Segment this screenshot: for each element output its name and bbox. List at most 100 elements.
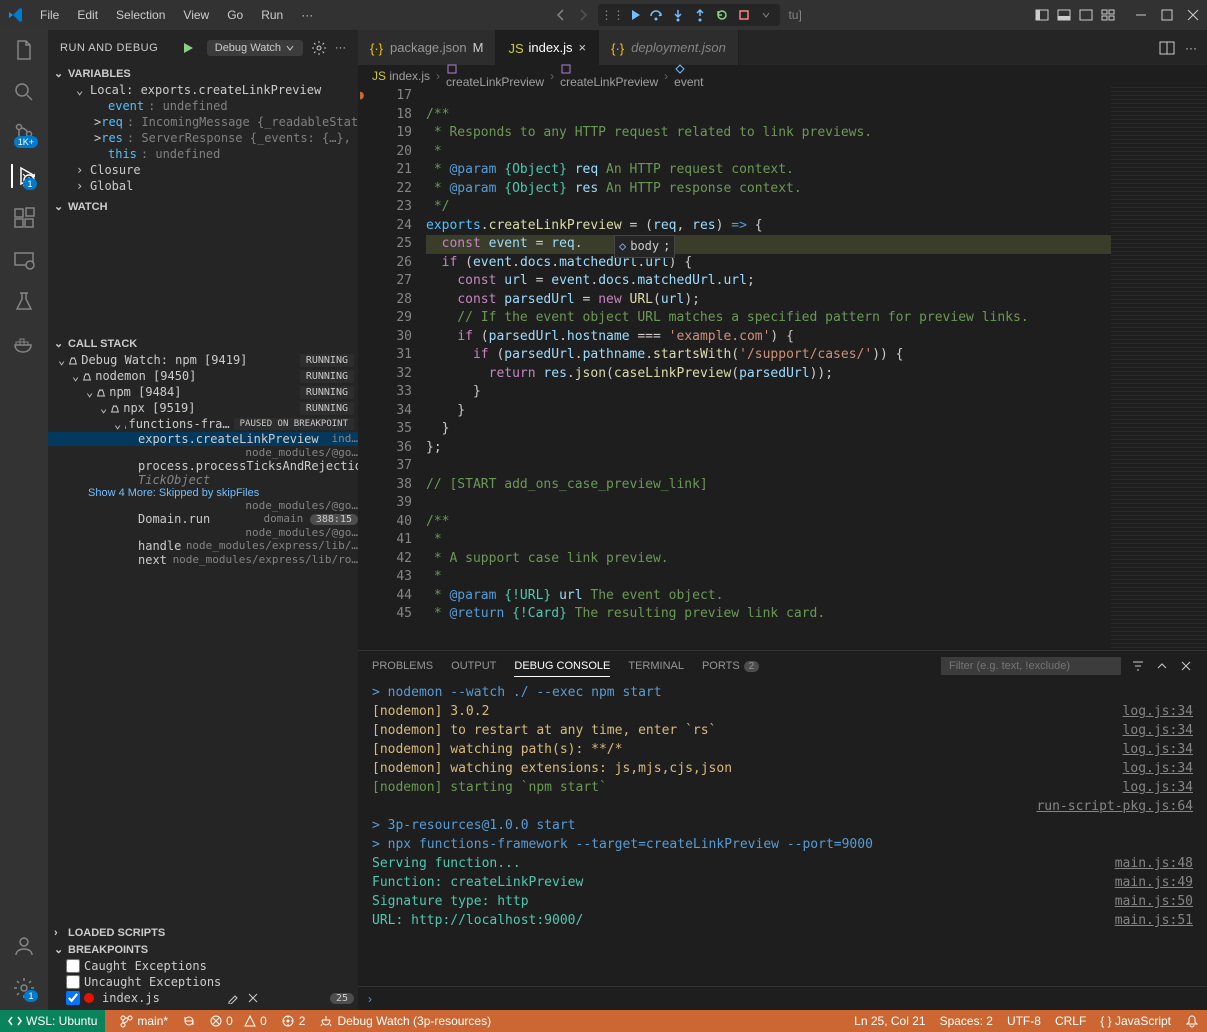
editor-tab[interactable]: JSindex.js×	[496, 30, 599, 65]
code-line[interactable]: * @param {Object} req An HTTP request co…	[426, 161, 1111, 180]
console-source-link[interactable]: log.js:34	[1123, 740, 1193, 759]
menu-file[interactable]: File	[32, 4, 67, 26]
code-line[interactable]: * A support case link preview.	[426, 550, 1111, 569]
var-scope[interactable]: ⌄Local: exports.createLinkPreview	[48, 82, 358, 98]
menu-···[interactable]: ···	[293, 4, 321, 26]
panel-tab-output[interactable]: OUTPUT	[451, 656, 496, 676]
callstack-thread[interactable]: ⌄ npm [9484]RUNNING	[48, 384, 358, 400]
callstack-frame[interactable]: Domain.rundomain 388:15	[48, 512, 358, 526]
more-icon[interactable]: ···	[1185, 41, 1197, 55]
bp-uncaught[interactable]: Uncaught Exceptions	[48, 974, 358, 990]
extensions-icon[interactable]	[12, 206, 36, 230]
filter-icon[interactable]	[1131, 659, 1145, 673]
code-line[interactable]: // If the event object URL matches a spe…	[426, 309, 1111, 328]
debug-more-icon[interactable]	[758, 7, 774, 23]
code-line[interactable]: if (event.docs.matchedUrl.url) {	[426, 254, 1111, 273]
encoding[interactable]: UTF-8	[1007, 1014, 1041, 1028]
checkbox[interactable]	[66, 991, 80, 1005]
code-line[interactable]	[426, 457, 1111, 476]
close-icon[interactable]	[247, 992, 259, 1004]
panel-tab-ports[interactable]: PORTS2	[702, 656, 759, 676]
breadcrumb-item[interactable]: createLinkPreview	[446, 63, 544, 89]
close-tab-icon[interactable]: ×	[579, 40, 587, 55]
console-source-link[interactable]: log.js:34	[1123, 721, 1193, 740]
console-source-link[interactable]: run-script-pkg.js:64	[1036, 797, 1193, 816]
editor-tab[interactable]: {·}deployment.json	[599, 30, 739, 65]
debug-drag-icon[interactable]: ⋮⋮	[604, 7, 620, 23]
callstack-frame[interactable]: TickObject	[48, 473, 358, 487]
edit-icon[interactable]	[227, 992, 239, 1004]
variable-row[interactable]: >res: ServerResponse {_events: {…}, _e…	[48, 130, 358, 146]
callstack-frame[interactable]: node_modules/@go…	[48, 499, 358, 512]
variables-header[interactable]: ⌄VARIABLES	[48, 65, 358, 82]
debug-status[interactable]: Debug Watch (3p-resources)	[319, 1014, 491, 1028]
accounts-icon[interactable]	[12, 934, 36, 958]
breadcrumb[interactable]: JS index.js› createLinkPreview› createLi…	[358, 65, 1207, 87]
code-line[interactable]: const event = req.	[426, 235, 1111, 254]
code-line[interactable]: * @return {!Card} The resulting preview …	[426, 605, 1111, 624]
callstack-skip[interactable]: Show 4 More: Skipped by skipFiles	[48, 487, 358, 499]
debug-stop-icon[interactable]	[736, 7, 752, 23]
debug-step-into-icon[interactable]	[670, 7, 686, 23]
console-source-link[interactable]: log.js:34	[1123, 778, 1193, 797]
code-line[interactable]: }	[426, 420, 1111, 439]
remote-explorer-icon[interactable]	[12, 248, 36, 272]
code-line[interactable]: const url = event.docs.matchedUrl.url;	[426, 272, 1111, 291]
menu-go[interactable]: Go	[219, 4, 251, 26]
code-line[interactable]: /**	[426, 106, 1111, 125]
loaded-scripts-header[interactable]: ›LOADED SCRIPTS	[48, 925, 358, 941]
console-source-link[interactable]: main.js:50	[1115, 892, 1193, 911]
window-maximize-icon[interactable]	[1161, 9, 1173, 21]
settings-gear-icon[interactable]: 1	[12, 976, 36, 1000]
console-source-link[interactable]: main.js:48	[1115, 854, 1193, 873]
layout-sidebar-left-icon[interactable]	[1035, 8, 1049, 22]
layout-sidebar-right-icon[interactable]	[1079, 8, 1093, 22]
git-branch[interactable]: main*	[119, 1014, 168, 1028]
nav-back-icon[interactable]	[554, 8, 568, 22]
callstack-frame[interactable]: node_modules/@go…	[48, 446, 358, 459]
code-line[interactable]: */	[426, 198, 1111, 217]
callstack-thread[interactable]: ⌄ npx [9519]RUNNING	[48, 400, 358, 416]
debug-step-over-icon[interactable]	[648, 7, 664, 23]
testing-icon[interactable]	[12, 290, 36, 314]
panel-maximize-icon[interactable]	[1155, 659, 1169, 673]
debug-config-select[interactable]: Debug Watch	[207, 40, 303, 56]
variable-row[interactable]: event: undefined	[48, 98, 358, 114]
menu-selection[interactable]: Selection	[108, 4, 173, 26]
panel-tab-problems[interactable]: PROBLEMS	[372, 656, 433, 676]
panel-tab-debug-console[interactable]: DEBUG CONSOLE	[514, 656, 610, 677]
callstack-frame[interactable]: node_modules/@go…	[48, 526, 358, 539]
callstack-thread[interactable]: ⌄ Debug Watch: npm [9419]RUNNING	[48, 352, 358, 368]
menu-edit[interactable]: Edit	[69, 4, 106, 26]
code-line[interactable]: }	[426, 402, 1111, 421]
start-debug-icon[interactable]	[181, 41, 195, 55]
console-filter-input[interactable]	[941, 657, 1121, 675]
code-line[interactable]	[426, 87, 1111, 106]
code-line[interactable]: * @param {!URL} url The event object.	[426, 587, 1111, 606]
code-editor[interactable]: ◗ 17181920212223242526272829303132333435…	[358, 87, 1207, 650]
callstack-frame[interactable]: nextnode_modules/express/lib/ro…	[48, 553, 358, 567]
console-source-link[interactable]: main.js:49	[1115, 873, 1193, 892]
code-line[interactable]: *	[426, 531, 1111, 550]
code-line[interactable]: }	[426, 383, 1111, 402]
callstack-header[interactable]: ⌄CALL STACK	[48, 335, 358, 352]
indentation[interactable]: Spaces: 2	[940, 1014, 993, 1028]
code-line[interactable]: return res.json(caseLinkPreview(parsedUr…	[426, 365, 1111, 384]
layout-customize-icon[interactable]	[1101, 8, 1115, 22]
code-line[interactable]	[426, 494, 1111, 513]
bp-entry[interactable]: index.js 25	[48, 990, 358, 1006]
debug-continue-icon[interactable]	[626, 7, 642, 23]
more-icon[interactable]: ···	[335, 42, 346, 54]
callstack-frame[interactable]: handlenode_modules/express/lib/…	[48, 539, 358, 553]
code-line[interactable]: const parsedUrl = new URL(url);	[426, 291, 1111, 310]
cursor-position[interactable]: Ln 25, Col 21	[854, 1014, 925, 1028]
window-minimize-icon[interactable]	[1135, 9, 1147, 21]
checkbox[interactable]	[66, 959, 80, 973]
code-line[interactable]: * @param {Object} res An HTTP response c…	[426, 180, 1111, 199]
var-closure[interactable]: ›Closure	[48, 162, 358, 178]
callstack-frame[interactable]: exports.createLinkPreviewind…	[48, 432, 358, 446]
code-line[interactable]: *	[426, 568, 1111, 587]
explorer-icon[interactable]	[12, 38, 36, 62]
layout-panel-icon[interactable]	[1057, 8, 1071, 22]
remote-indicator[interactable]: WSL: Ubuntu	[0, 1010, 105, 1032]
